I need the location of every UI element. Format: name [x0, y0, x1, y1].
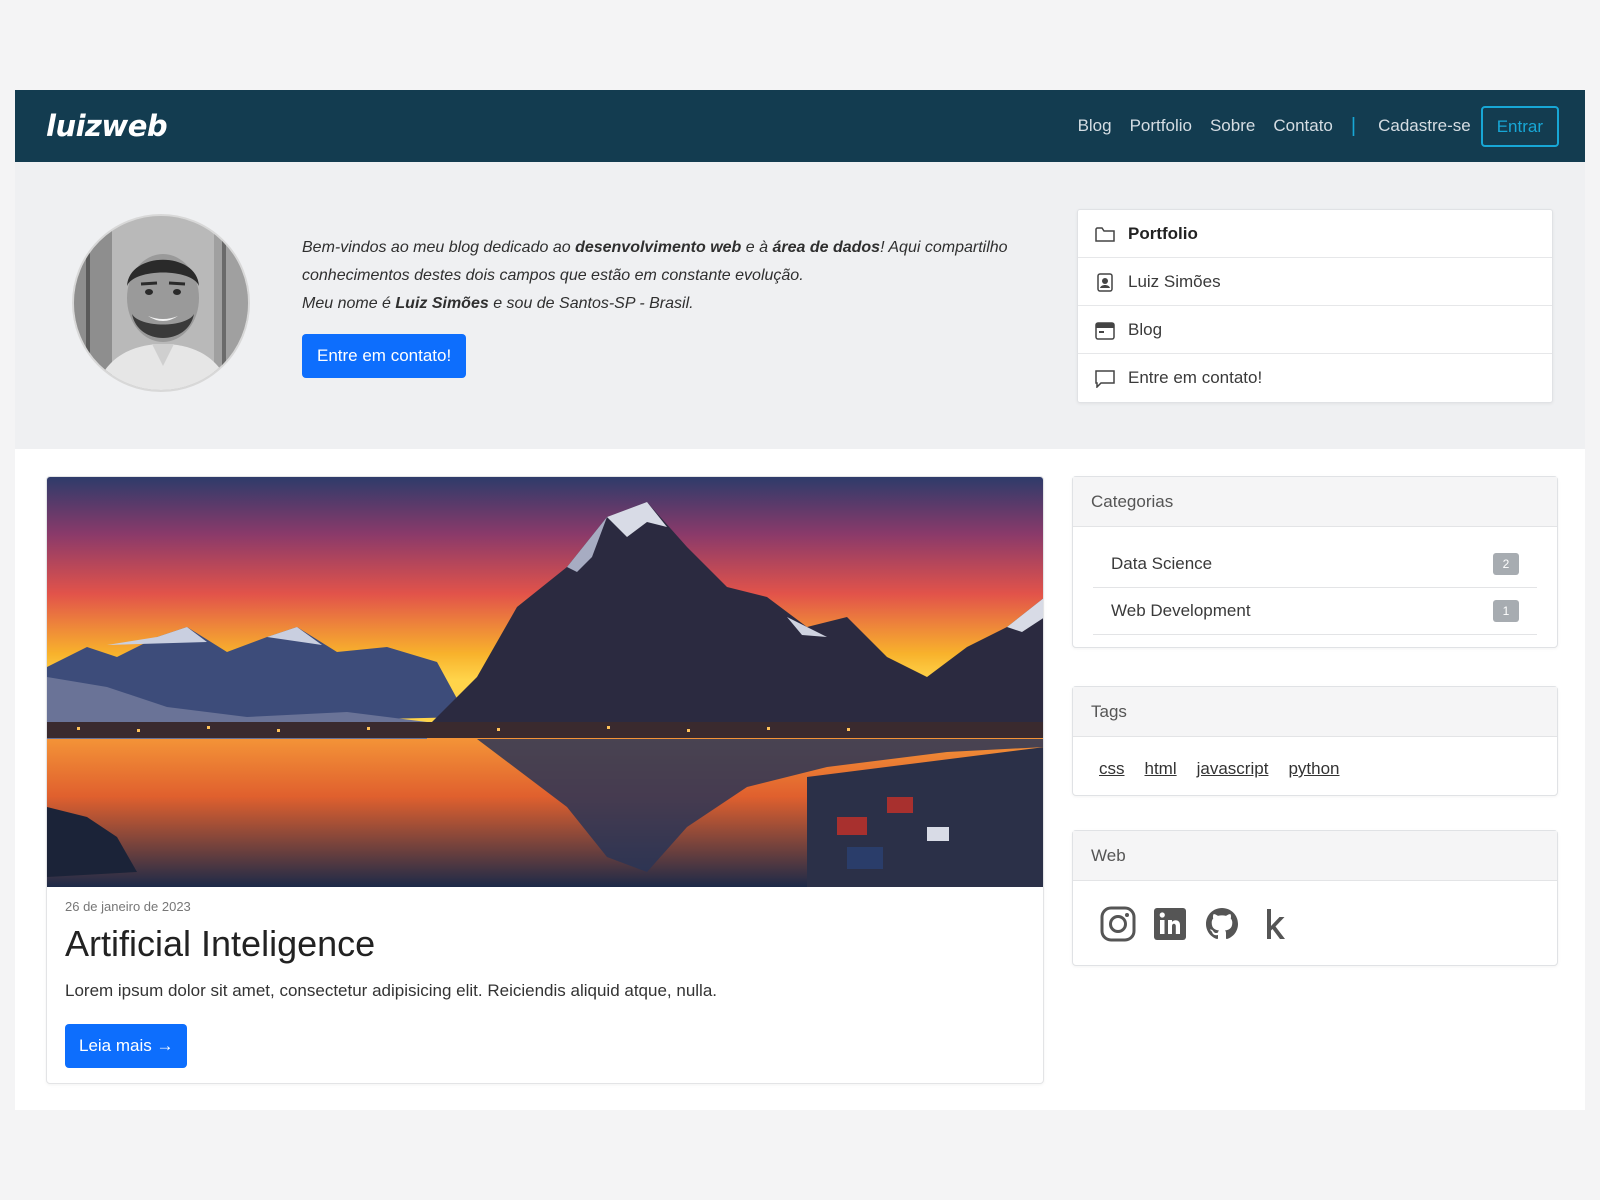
- tag-link[interactable]: html: [1145, 759, 1177, 779]
- post-title[interactable]: Artificial Inteligence: [65, 923, 375, 965]
- tags-list: css html javascript python: [1073, 737, 1557, 801]
- nav-links: Blog Portfolio Sobre Contato | Cadastre-…: [1060, 105, 1559, 147]
- post-image[interactable]: [47, 477, 1044, 887]
- contact-button[interactable]: Entre em contato!: [302, 334, 467, 378]
- post-excerpt: Lorem ipsum dolor sit amet, consectetur …: [65, 981, 718, 1000]
- hero-section: Bem-vindos ao meu blog dedicado ao desen…: [15, 162, 1585, 449]
- quick-links-list: Portfolio Luiz Simões Blog Entre em cont…: [1077, 209, 1553, 403]
- categories-header: Categorias: [1073, 477, 1557, 527]
- nav-link-blog[interactable]: Blog: [1078, 116, 1112, 136]
- navbar: luizweb Blog Portfolio Sobre Contato | C…: [15, 90, 1585, 162]
- social-links: [1073, 881, 1557, 967]
- brand-logo[interactable]: luizweb: [46, 109, 168, 143]
- category-label: Web Development: [1111, 601, 1251, 620]
- instagram-icon[interactable]: [1099, 905, 1137, 943]
- avatar: [72, 214, 250, 392]
- read-more-button[interactable]: Leia mais →: [65, 1024, 188, 1068]
- quick-link-profile[interactable]: Luiz Simões: [1078, 258, 1552, 306]
- post-date: 26 de janeiro de 2023: [65, 899, 191, 914]
- category-label: Data Science: [1111, 554, 1213, 573]
- quick-link-label: Luiz Simões: [1128, 271, 1221, 291]
- nav-link-signup[interactable]: Cadastre-se: [1378, 116, 1471, 136]
- intro-text-part: e sou de Santos-SP - Brasil.: [488, 295, 694, 312]
- category-item[interactable]: Data Science 2: [1093, 541, 1537, 588]
- nav-link-sobre[interactable]: Sobre: [1210, 116, 1255, 136]
- tags-card: Tags css html javascript python: [1072, 686, 1558, 796]
- chat-icon: [1095, 370, 1115, 388]
- intro-text-part: Meu nome é: [302, 295, 396, 312]
- person-badge-icon: [1097, 272, 1113, 292]
- quick-link-label: Entre em contato!: [1128, 368, 1263, 387]
- intro-text-part: Bem-vindos ao meu blog dedicado ao: [302, 239, 576, 256]
- quick-link-blog[interactable]: Blog: [1078, 306, 1552, 354]
- web-header: Web: [1073, 831, 1557, 881]
- folder-icon: [1095, 226, 1115, 242]
- nav-link-contato[interactable]: Contato: [1273, 116, 1333, 136]
- quick-link-label: Portfolio: [1128, 223, 1198, 243]
- categories-list: Data Science 2 Web Development 1: [1073, 527, 1557, 651]
- category-item[interactable]: Web Development 1: [1093, 588, 1537, 635]
- avatar-photo: [74, 216, 248, 390]
- page-frame: luizweb Blog Portfolio Sobre Contato | C…: [15, 90, 1585, 1110]
- tags-header: Tags: [1073, 687, 1557, 737]
- intro-text: Bem-vindos ao meu blog dedicado ao desen…: [302, 234, 1062, 318]
- intro-highlight-data: área de dados: [772, 239, 881, 256]
- intro-author-name: Luiz Simões: [395, 295, 489, 312]
- post-card: 26 de janeiro de 2023 Artificial Intelig…: [46, 476, 1044, 1084]
- calendar-icon: [1095, 321, 1115, 340]
- quick-link-contact[interactable]: Entre em contato!: [1078, 354, 1552, 402]
- linkedin-icon[interactable]: [1151, 905, 1189, 943]
- quick-link-label: Blog: [1128, 319, 1163, 339]
- category-count-badge: 1: [1493, 600, 1519, 622]
- login-button[interactable]: Entrar: [1480, 105, 1559, 147]
- tag-link[interactable]: css: [1099, 759, 1125, 779]
- nav-separator: |: [1350, 114, 1357, 137]
- intro-text-part: e à: [741, 239, 773, 256]
- kaggle-icon[interactable]: [1255, 905, 1293, 943]
- web-card: Web: [1072, 830, 1558, 966]
- tag-link[interactable]: javascript: [1197, 759, 1269, 779]
- categories-card: Categorias Data Science 2 Web Developmen…: [1072, 476, 1558, 648]
- tag-link[interactable]: python: [1288, 759, 1339, 779]
- intro-highlight-web: desenvolvimento web: [575, 239, 742, 256]
- nav-link-portfolio[interactable]: Portfolio: [1130, 116, 1192, 136]
- quick-link-portfolio[interactable]: Portfolio: [1078, 210, 1552, 258]
- github-icon[interactable]: [1203, 905, 1241, 943]
- category-count-badge: 2: [1493, 553, 1519, 575]
